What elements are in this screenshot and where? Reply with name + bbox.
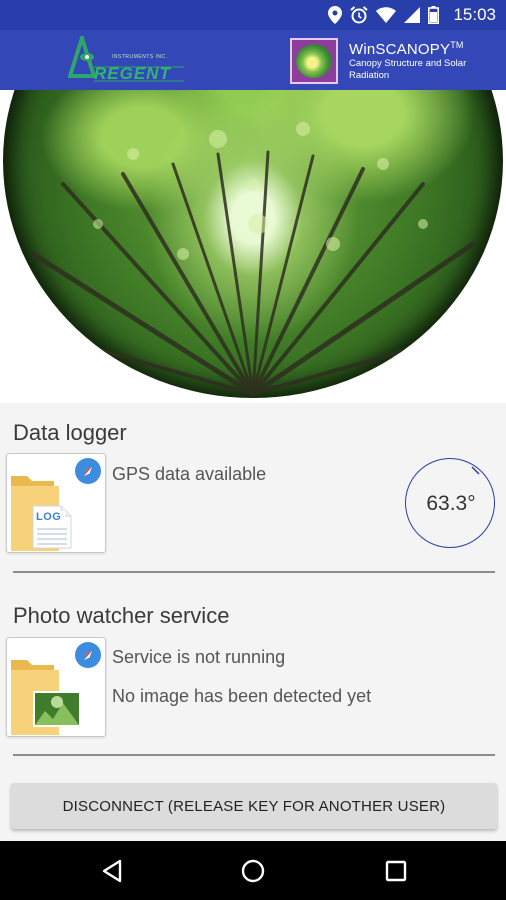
status-bar: 15:03: [0, 0, 506, 30]
battery-icon: [428, 6, 440, 24]
location-icon: [328, 6, 343, 24]
back-icon: [102, 859, 122, 882]
app-title: WinSCANOPYTM: [349, 40, 464, 58]
winscanopy-app-icon: [290, 38, 338, 84]
brand-small-text: INSTRUMENTS INC.: [112, 54, 168, 60]
photo-watcher-title: Photo watcher service: [13, 603, 230, 628]
trademark-mark: TM: [450, 40, 464, 50]
recents-icon: [385, 860, 407, 881]
clock: 15:03: [453, 5, 496, 24]
home-icon: [241, 859, 265, 882]
regent-logo: INSTRUMENTS INC. REGENT: [67, 31, 186, 84]
fisheye-canopy-image: [3, 90, 503, 398]
signal-icon: [404, 7, 421, 23]
log-label: LOG: [36, 511, 62, 523]
service-status-text: Service is not running: [112, 647, 286, 667]
disconnect-button[interactable]: DISCONNECT (RELEASE KEY FOR ANOTHER USER…: [11, 783, 497, 829]
data-logger-thumbnail[interactable]: LOG: [6, 453, 106, 553]
data-logger-title: Data logger: [13, 420, 127, 445]
recents-button[interactable]: [356, 841, 436, 900]
photo-watcher-thumbnail[interactable]: [6, 637, 106, 737]
wifi-icon: [376, 7, 397, 23]
canopy-photo-area: [0, 90, 506, 403]
back-button[interactable]: [72, 841, 152, 900]
home-button[interactable]: [213, 841, 293, 900]
app-subtitle: Canopy Structure and Solar Radiation: [349, 58, 467, 81]
alarm-icon: [350, 6, 369, 24]
section-divider: [13, 754, 495, 756]
image-detection-text: No image has been detected yet: [112, 686, 372, 706]
gps-status-text: GPS data available: [112, 464, 267, 484]
compass-icon: [75, 642, 101, 668]
angle-indicator: 63.3°: [405, 458, 495, 548]
angle-value: 63.3°: [426, 492, 476, 515]
section-divider: [13, 571, 495, 573]
compass-icon: [75, 458, 101, 484]
navigation-bar: [0, 841, 506, 900]
brand-name: REGENT: [94, 64, 171, 83]
